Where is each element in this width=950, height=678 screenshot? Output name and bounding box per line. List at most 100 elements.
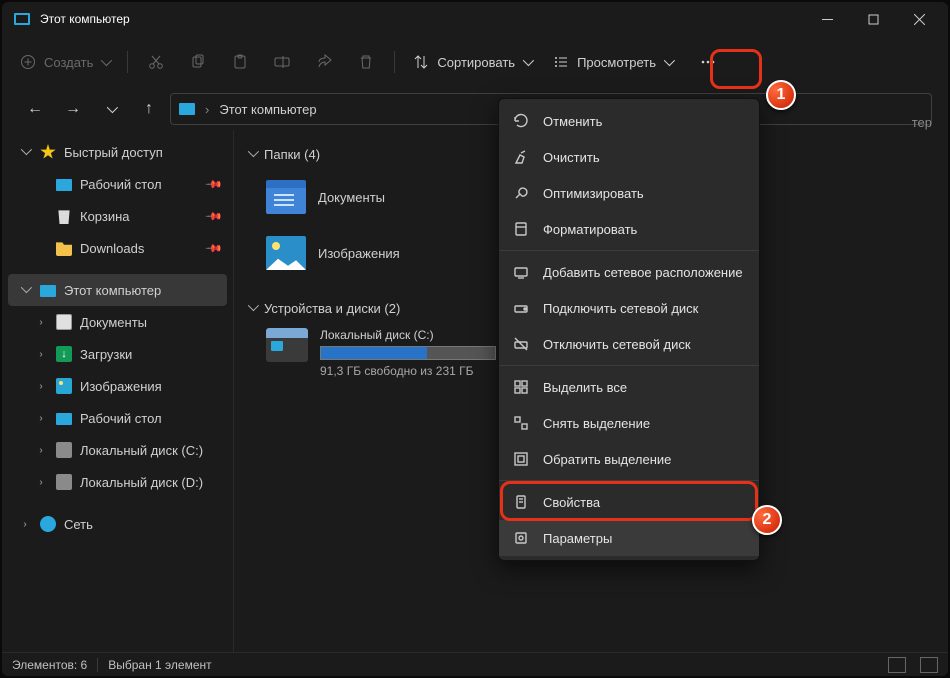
disk-icon <box>56 474 72 490</box>
sidebar-item[interactable]: Downloads 📌 <box>8 232 227 264</box>
sidebar-label: Корзина <box>80 209 130 224</box>
sidebar-label: Рабочий стол <box>80 177 162 192</box>
menu-label: Добавить сетевое расположение <box>543 265 743 280</box>
menu-icon <box>513 185 529 201</box>
expand-icon[interactable]: › <box>34 413 48 424</box>
minimize-button[interactable] <box>804 2 850 36</box>
sidebar-label: Downloads <box>80 241 144 256</box>
bin-icon <box>56 208 72 224</box>
rename-icon <box>274 54 290 70</box>
sidebar-label: Этот компьютер <box>64 283 161 298</box>
sidebar-item[interactable]: ›Документы <box>8 306 227 338</box>
folder-icon <box>56 240 72 256</box>
sidebar-item-network[interactable]: › Сеть <box>8 508 227 540</box>
menu-item[interactable]: Отменить <box>499 103 759 139</box>
sidebar-item[interactable]: ›Загрузки <box>8 338 227 370</box>
view-label: Просмотреть <box>577 55 656 70</box>
menu-item[interactable]: Обратить выделение <box>499 441 759 477</box>
this-pc-icon <box>179 103 195 115</box>
collapse-icon[interactable] <box>18 285 32 296</box>
menu-item[interactable]: Подключить сетевой диск <box>499 290 759 326</box>
cut-button[interactable] <box>136 44 176 80</box>
breadcrumb[interactable]: Этот компьютер <box>219 102 316 117</box>
sidebar-label: Рабочий стол <box>80 411 162 426</box>
menu-label: Отменить <box>543 114 602 129</box>
menu-item[interactable]: Добавить сетевое расположение <box>499 254 759 290</box>
sort-button[interactable]: Сортировать <box>403 44 541 80</box>
group-title: Папки (4) <box>264 147 320 162</box>
back-button[interactable]: ← <box>18 93 52 125</box>
disk-icon <box>56 442 72 458</box>
sidebar-item-this-pc[interactable]: Этот компьютер <box>8 274 227 306</box>
menu-icon <box>513 494 529 510</box>
menu-item[interactable]: Параметры <box>499 520 759 556</box>
menu-separator <box>499 250 759 251</box>
expand-icon[interactable]: › <box>34 445 48 456</box>
share-button[interactable] <box>304 44 344 80</box>
item-label: Документы <box>318 190 385 205</box>
expand-icon[interactable]: › <box>18 519 32 530</box>
pin-icon[interactable]: 📌 <box>205 239 224 258</box>
collapse-icon <box>248 149 256 160</box>
forward-button[interactable]: → <box>56 93 90 125</box>
menu-icon <box>513 149 529 165</box>
delete-button[interactable] <box>346 44 386 80</box>
doc-icon <box>56 314 72 330</box>
folder-item-pictures[interactable]: Изображения <box>266 230 476 276</box>
cut-icon <box>148 54 164 70</box>
tiles-view-button[interactable] <box>920 657 938 673</box>
collapse-icon <box>248 303 256 314</box>
expand-icon[interactable]: › <box>34 477 48 488</box>
separator <box>394 51 395 73</box>
new-button[interactable]: Создать <box>10 44 119 80</box>
drive-item-c[interactable]: Локальный диск (C:) 91,3 ГБ свободно из … <box>266 328 496 378</box>
maximize-button[interactable] <box>850 2 896 36</box>
menu-icon <box>513 113 529 129</box>
sidebar-item[interactable]: ›Изображения <box>8 370 227 402</box>
monitor-icon <box>56 413 72 425</box>
menu-icon <box>513 264 529 280</box>
menu-icon <box>513 530 529 546</box>
chevron-down-icon <box>107 102 118 113</box>
pin-icon[interactable]: 📌 <box>205 175 224 194</box>
crumb-sep-icon: › <box>205 102 209 117</box>
view-button[interactable]: Просмотреть <box>543 44 682 80</box>
sidebar-item[interactable]: › Локальный диск (D:) <box>8 466 227 498</box>
expand-icon[interactable]: › <box>34 381 48 392</box>
folder-item-documents[interactable]: Документы <box>266 174 476 220</box>
sidebar-label: Локальный диск (D:) <box>80 475 203 490</box>
menu-item[interactable]: Свойства <box>499 484 759 520</box>
menu-item[interactable]: Форматировать <box>499 211 759 247</box>
menu-icon <box>513 221 529 237</box>
sidebar-item[interactable]: ›Локальный диск (C:) <box>8 434 227 466</box>
expand-icon[interactable]: › <box>34 317 48 328</box>
group-title: Устройства и диски (2) <box>264 301 400 316</box>
menu-separator <box>499 365 759 366</box>
copy-icon <box>190 54 206 70</box>
sort-icon <box>413 54 429 70</box>
collapse-icon[interactable] <box>18 147 32 158</box>
pin-icon[interactable]: 📌 <box>205 207 224 226</box>
expand-icon[interactable]: › <box>34 349 48 360</box>
close-button[interactable] <box>896 2 942 36</box>
sidebar-item[interactable]: Рабочий стол 📌 <box>8 168 227 200</box>
menu-item[interactable]: Отключить сетевой диск <box>499 326 759 362</box>
details-view-button[interactable] <box>888 657 906 673</box>
sidebar-item[interactable]: › Рабочий стол <box>8 402 227 434</box>
up-button[interactable]: ↑ <box>132 93 166 125</box>
search-box-fragment: тер <box>912 115 932 130</box>
menu-item[interactable]: Выделить все <box>499 369 759 405</box>
menu-item[interactable]: Снять выделение <box>499 405 759 441</box>
sidebar-item[interactable]: Корзина 📌 <box>8 200 227 232</box>
copy-button[interactable] <box>178 44 218 80</box>
chevron-down-icon <box>664 55 675 66</box>
rename-button[interactable] <box>262 44 302 80</box>
sidebar-item-quick-access[interactable]: Быстрый доступ <box>8 136 227 168</box>
new-label: Создать <box>44 55 93 70</box>
more-button[interactable] <box>688 44 728 80</box>
recent-button[interactable] <box>94 93 128 125</box>
paste-button[interactable] <box>220 44 260 80</box>
navigation-bar: ← → ↑ › Этот компьютер <box>8 88 942 130</box>
menu-item[interactable]: Очистить <box>499 139 759 175</box>
menu-item[interactable]: Оптимизировать <box>499 175 759 211</box>
